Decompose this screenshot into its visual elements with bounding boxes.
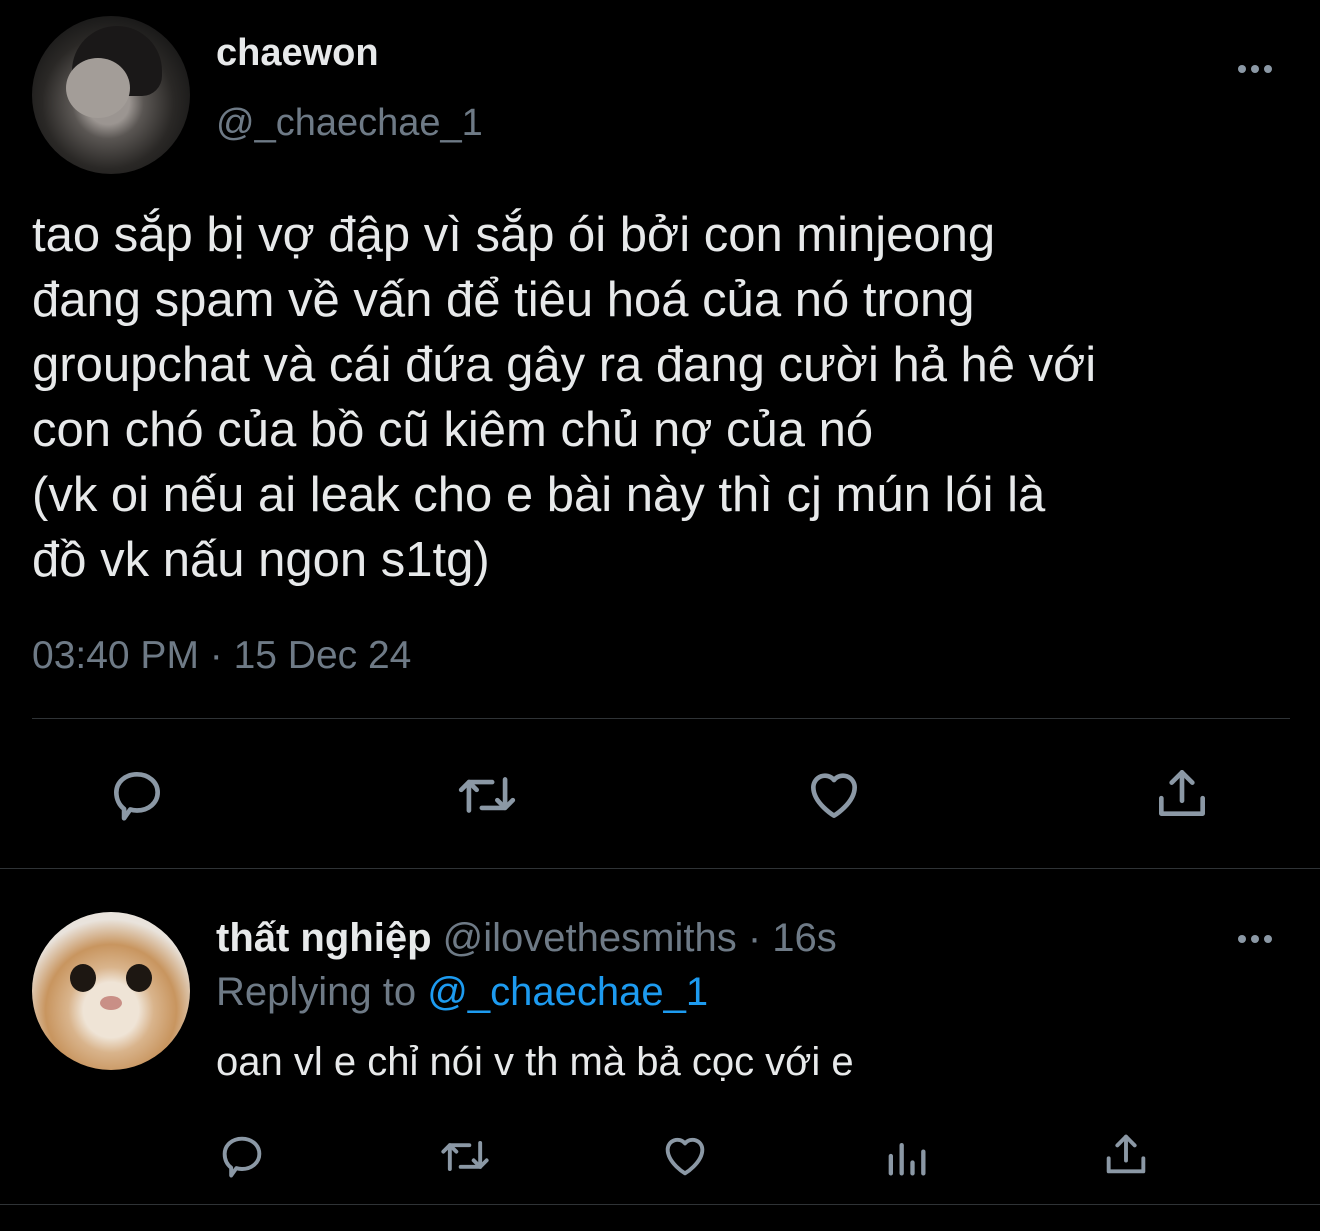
reply-display-name[interactable]: thất nghiệp — [216, 916, 432, 960]
like-icon[interactable] — [658, 1130, 712, 1182]
cat-nose — [100, 996, 122, 1010]
more-options-icon[interactable] — [1238, 65, 1272, 73]
cat-eye-right — [126, 964, 152, 992]
replying-to-line: Replying to @_chaechae_1 — [216, 970, 708, 1015]
reply-more-options-icon[interactable] — [1238, 935, 1272, 943]
tweet-text-line: con chó của bồ cũ kiêm chủ nợ của nó — [32, 403, 874, 457]
like-icon[interactable] — [802, 764, 866, 826]
retweet-icon[interactable] — [436, 1130, 494, 1182]
tweet-text-line: đồ vk nấu ngon s1tg) — [32, 533, 490, 587]
tweet-text-line: tao sắp bị vợ đập vì sắp ói bởi con minj… — [32, 208, 996, 262]
tweet-text-line: groupchat và cái đứa gây ra đang cười hả… — [32, 338, 1097, 392]
author-avatar[interactable] — [32, 16, 190, 174]
reply-icon[interactable] — [216, 1130, 268, 1182]
reply-age[interactable]: 16s — [772, 916, 837, 960]
share-icon[interactable] — [1150, 762, 1214, 824]
avatar-face-shape — [66, 58, 130, 118]
tweet-text: tao sắp bị vợ đập vì sắp ói bởi con minj… — [32, 203, 1096, 593]
author-display-name[interactable]: chaewon — [216, 32, 379, 75]
bottom-divider — [0, 1204, 1320, 1205]
reply-header: thất nghiệp @ilovethesmiths · 16s — [216, 916, 837, 961]
header-separator: · — [747, 916, 762, 960]
divider — [32, 718, 1290, 719]
replying-to-handle[interactable]: @_chaechae_1 — [427, 970, 708, 1014]
tweet-timestamp[interactable]: 03:40 PM · 15 Dec 24 — [32, 634, 411, 678]
replying-to-label: Replying to — [216, 970, 417, 1014]
reply-text: oan vl e chỉ nói v th mà bả cọc với e — [216, 1040, 854, 1084]
author-handle[interactable]: @_chaechae_1 — [216, 102, 483, 145]
reply-handle[interactable]: @ilovethesmiths — [443, 916, 737, 960]
section-divider — [0, 868, 1320, 869]
tweet-text-line: đang spam về vấn để tiêu hoá của nó tron… — [32, 273, 975, 327]
cat-eye-left — [70, 964, 96, 992]
share-icon[interactable] — [1100, 1128, 1152, 1180]
tweet-text-line: (vk oi nếu ai leak cho e bài này thì cj … — [32, 468, 1046, 522]
analytics-icon[interactable] — [880, 1130, 932, 1182]
retweet-icon[interactable] — [452, 764, 522, 826]
reply-icon[interactable] — [106, 764, 168, 826]
reply-avatar[interactable] — [32, 912, 190, 1070]
